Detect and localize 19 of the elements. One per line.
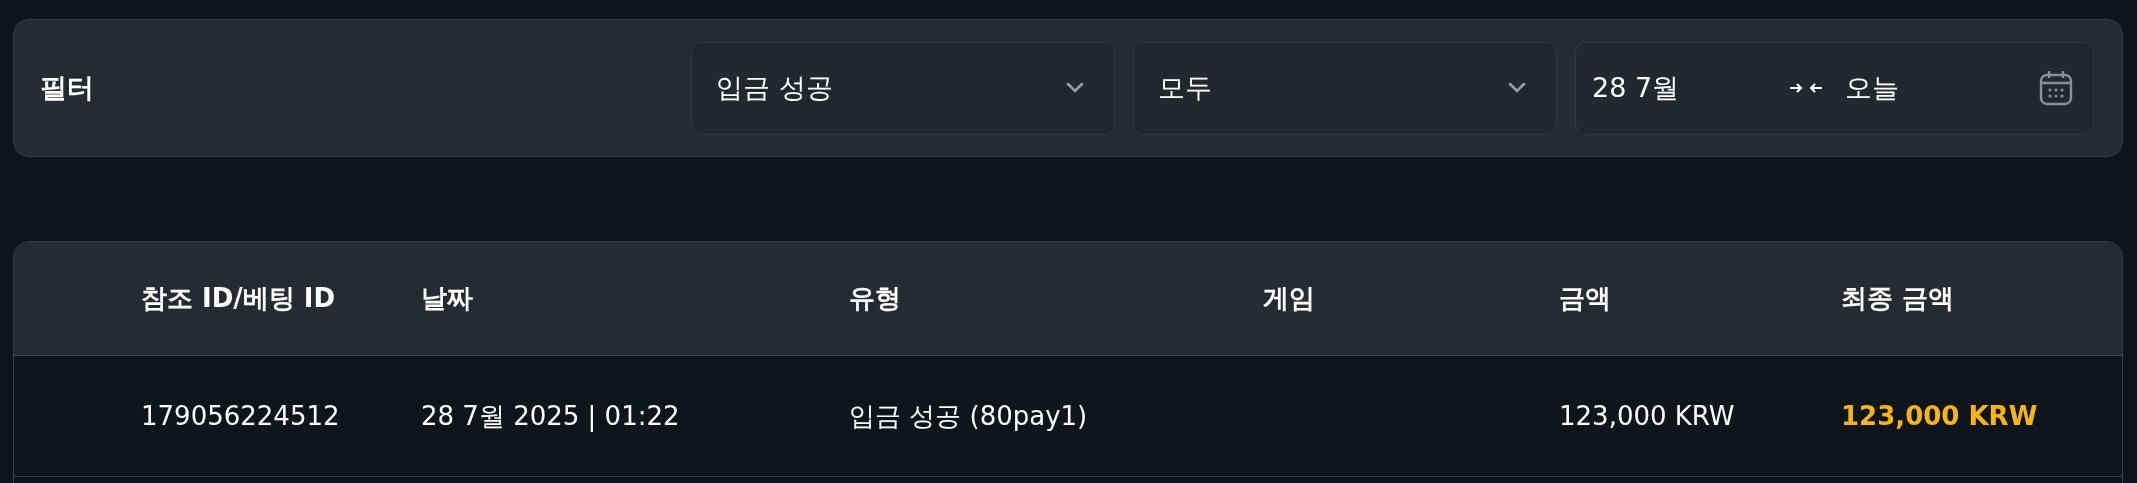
column-header: 유형 [849,282,902,315]
chevron-down-icon [1508,82,1526,94]
dropdown[interactable]: 입금 성공 [691,41,1115,135]
column-header: 최종 금액 [1841,282,1956,315]
table-cell-text: 123,000 KRW [1841,401,2039,431]
column-header: 참조 ID/베팅 ID [141,282,337,315]
table-cell-text: 입금 성공 (80pay1) [849,399,1089,433]
chevron-down-icon [1066,82,1084,94]
dropdown[interactable]: 모두 [1133,41,1557,135]
date-range-field[interactable]: 28 7월 오늘 [1575,41,2094,135]
column-header: 게임 [1263,282,1316,315]
column-header: 금액 [1559,282,1612,315]
table-cell-text: 28 7월 2025 | 01:22 [421,399,681,434]
arrows-inward-icon [1789,81,1823,95]
filter-title: 필터 [40,71,94,105]
calendar-icon[interactable] [2039,69,2073,107]
table-cell-text: 179056224512 [141,401,341,431]
column-header: 날짜 [421,282,474,315]
table-cell-text: 123,000 KRW [1559,401,1736,431]
